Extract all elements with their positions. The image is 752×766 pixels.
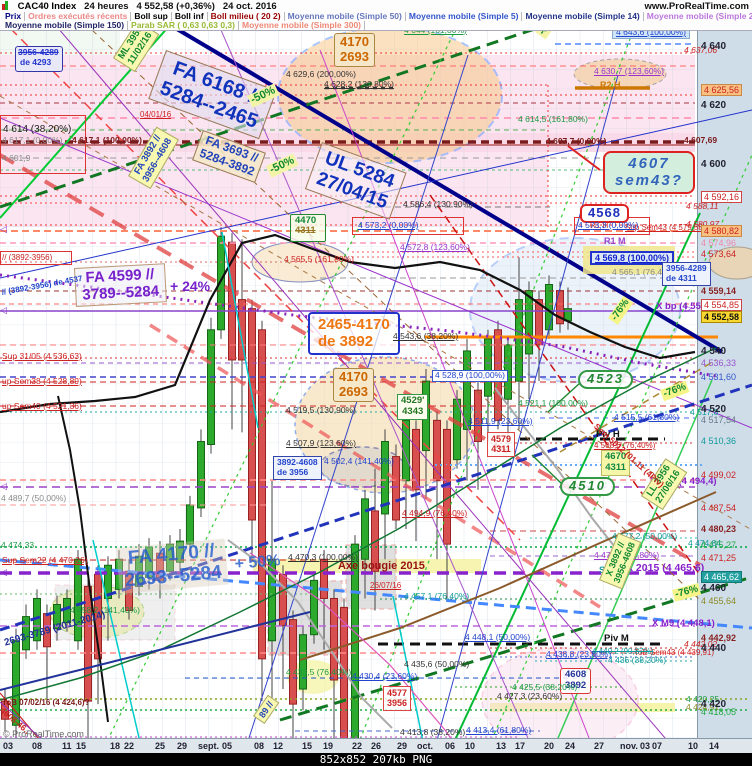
time-axis[interactable]: 03 08 11 15 18 22 25 29 sept. 05 08 12 15 19 22 26 29 oct… [0, 738, 752, 754]
prorealtime-logo-icon [2, 1, 12, 10]
candle [484, 338, 492, 397]
x-axis-label: 29 [177, 741, 188, 751]
x-axis-label: 20 [544, 741, 555, 751]
x-axis-label: 22 [124, 741, 135, 751]
candle [186, 504, 194, 545]
y-axis-label: 4 510,36 [701, 436, 737, 446]
x-axis-label: 03 [640, 741, 651, 751]
y-axis-label: 4 625,56 [701, 84, 743, 96]
y-axis-label: 4 418,05 [701, 707, 737, 717]
candle [258, 329, 266, 660]
y-axis-label: 4 460 [701, 583, 727, 594]
y-axis-label: 4 455,64 [701, 596, 737, 606]
x-axis-label: 17 [515, 741, 526, 751]
prorealtime-chart-window: 3956-4289 de 4293 FA 6168 // 5284--2465 ML … [0, 0, 752, 766]
x-axis-label: 03 [3, 741, 14, 751]
x-axis-label: 14 [709, 741, 720, 751]
x-axis-label: 22 [352, 741, 363, 751]
candle [166, 543, 174, 572]
x-axis-label: 15 [76, 741, 87, 751]
header-bar: CAC40 Index 24 heures 4 552,58 (+0,36%) … [0, 0, 752, 31]
y-axis-label: 4 573,64 [701, 249, 737, 259]
candle [156, 552, 164, 581]
x-axis-label: 13 [496, 741, 507, 751]
y-axis-label: 4 540 [701, 346, 727, 357]
x-axis-label: 06 [445, 741, 456, 751]
x-axis-label: 15 [302, 741, 313, 751]
x-axis-label: 10 [465, 741, 476, 751]
candle [320, 558, 328, 599]
candle [53, 604, 61, 630]
y-axis-label: 4 475,27 [701, 540, 737, 550]
y-axis-label: 4 465,62 [701, 571, 743, 583]
y-axis-label: 4 480,23 [701, 524, 737, 534]
y-axis-label: 4 440 [701, 643, 727, 654]
y-axis-label: 4 517,54 [701, 415, 737, 425]
y-axis-label: 4 531,60 [701, 372, 737, 382]
indicator-label[interactable]: Moyenne mobile (Simple 5) [406, 12, 523, 21]
website-label: www.ProRealTime.com [644, 1, 749, 12]
candle [197, 440, 205, 509]
indicator-label[interactable]: Moyenne mobile (Simple 14) [522, 12, 644, 21]
y-axis-label: 4 536,33 [701, 358, 737, 368]
x-axis-label: 12 [273, 741, 284, 751]
x-axis-label: nov. [620, 741, 638, 751]
candle [125, 570, 133, 612]
x-axis-label: 19 [323, 741, 334, 751]
x-axis-label: 08 [32, 741, 43, 751]
zone-pink-lower [0, 152, 548, 227]
indicator-label[interactable]: Moyenne mobile (Simple 300) [239, 21, 366, 30]
candle [289, 619, 297, 705]
x-axis-label: 07 [652, 741, 663, 751]
candle [176, 540, 184, 563]
y-axis-label: 4 580,82 [701, 225, 743, 237]
y-axis-label: 4 574,96 [701, 238, 737, 248]
x-axis-label: 26 [371, 741, 382, 751]
y-axis-label: 4 499,02 [701, 470, 737, 480]
image-size-label: 852x852 207kb PNG [319, 753, 433, 766]
indicator-row-2: Moyenne mobile (Simple 150) Parab SAR ( 0… [0, 21, 752, 30]
x-axis-label: 11 [62, 741, 72, 751]
candle [248, 308, 256, 521]
candle [453, 398, 461, 461]
y-axis-label: 4 600 [701, 159, 727, 170]
y-axis-label: 4 487,54 [701, 503, 737, 513]
indicator-label[interactable]: Moyenne mobile (Simple 200) [644, 12, 752, 21]
y-axis-label: 4 520 [701, 404, 727, 415]
y-axis-label: 4 442,92 [701, 633, 737, 643]
candle [63, 597, 71, 624]
chart-canvas[interactable] [0, 0, 752, 766]
x-axis-label: oct. [417, 741, 434, 751]
x-axis-label: 18 [110, 741, 121, 751]
x-axis-label: 29 [397, 741, 408, 751]
zone-green-tint [0, 30, 120, 55]
y-axis-label: 4 554,85 [701, 299, 743, 311]
candle [207, 329, 215, 446]
x-axis-label: 10 [688, 741, 699, 751]
y-axis-label: 4 620 [701, 100, 727, 111]
image-info-bar: 852x852 207kb PNG [0, 753, 752, 766]
candle [422, 380, 430, 452]
indicator-label[interactable]: Moyenne mobile (Simple 150) [2, 21, 129, 30]
y-axis-label: 4 640 [701, 41, 727, 52]
x-axis-label: sept. [198, 741, 220, 751]
y-axis-label: 4 559,14 [701, 286, 737, 296]
candle [43, 613, 51, 648]
candle [504, 344, 512, 400]
candle [299, 634, 307, 690]
candle [392, 456, 400, 521]
x-axis-label: 24 [565, 741, 576, 751]
y-axis-label: 4 471,25 [701, 553, 737, 563]
candle [494, 329, 502, 421]
x-axis-label: 25 [155, 741, 166, 751]
y-axis-label: 4 592,16 [701, 191, 743, 203]
x-axis-label: 27 [594, 741, 605, 751]
indicator-label[interactable]: Parab SAR ( 0,63 0,63 0,3) [128, 21, 239, 30]
y-axis-label: 4 552,58 [701, 311, 743, 323]
x-axis-label: 08 [254, 741, 265, 751]
candle [361, 498, 369, 560]
x-axis-label: 05 [222, 741, 233, 751]
